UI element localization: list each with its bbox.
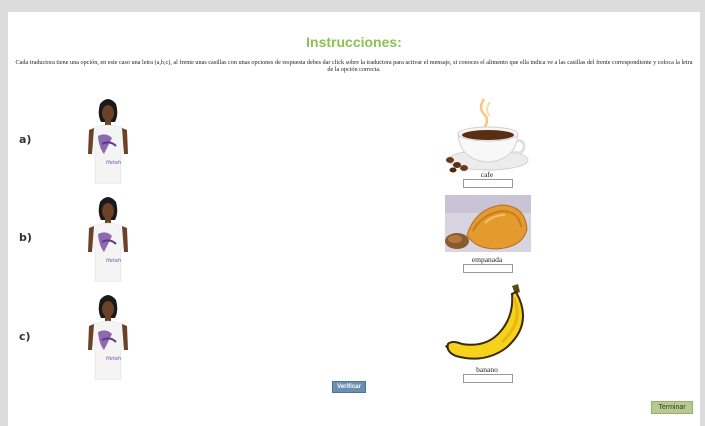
banana-image	[445, 284, 524, 360]
option-letter-c: c)	[19, 330, 31, 343]
svg-text:Hetah: Hetah	[106, 356, 121, 362]
verify-button[interactable]: Verificar	[332, 381, 366, 393]
instructions-text: Cada traductora tiene una opción, en est…	[15, 59, 693, 73]
translator-avatar-a[interactable]: Hetah	[84, 96, 132, 184]
activity-panel: Instrucciones: Cada traductora tiene una…	[8, 12, 700, 426]
food-label-banano: banano	[476, 365, 498, 374]
answer-field-empanada[interactable]	[463, 264, 513, 273]
empanada-image	[445, 195, 531, 252]
svg-text:Hetah: Hetah	[106, 258, 121, 264]
option-letter-b: b)	[19, 231, 32, 244]
page-title: Instrucciones:	[306, 34, 402, 50]
food-label-empanada: empanada	[471, 255, 503, 264]
translator-avatar-c[interactable]: Hetah	[84, 292, 132, 380]
translator-avatar-b[interactable]: Hetah	[84, 194, 132, 282]
option-letter-a: a)	[19, 133, 32, 146]
food-label-cafe: cafe	[480, 170, 494, 179]
finish-button[interactable]: Terminar	[651, 401, 693, 414]
answer-field-cafe[interactable]	[463, 179, 513, 188]
coffee-cup-image	[446, 98, 529, 173]
answer-field-banano[interactable]	[463, 374, 513, 383]
svg-text:Hetah: Hetah	[106, 160, 121, 166]
